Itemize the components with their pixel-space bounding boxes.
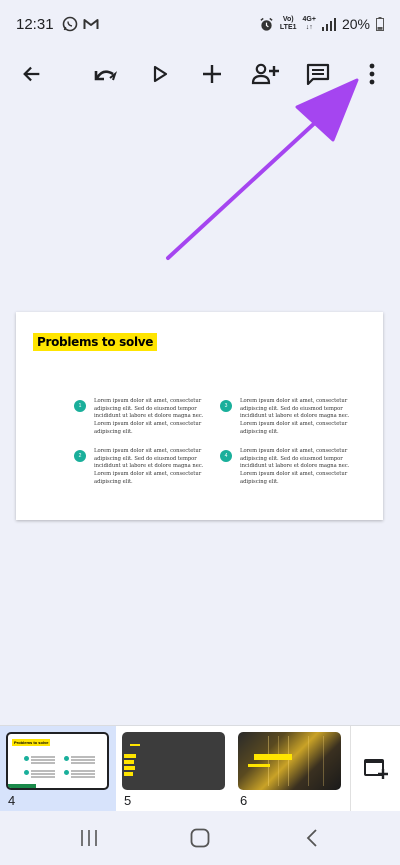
slide-canvas[interactable]: Problems to solve 1 Lorem ipsum dolor si… (16, 312, 383, 520)
present-button[interactable] (144, 58, 176, 90)
thumbnail-preview (238, 732, 341, 790)
volte-label: Vo) (282, 16, 294, 23)
volte-indicator: Vo) LTE1 (280, 16, 297, 32)
network-gen: 4G+ ↓↑ (302, 16, 316, 31)
slide-thumbnail-6[interactable]: 6 (232, 726, 348, 812)
slide-title[interactable]: Problems to solve (33, 333, 158, 351)
slide-point-3[interactable]: 3 Lorem ipsum dolor sit amet, consectetu… (220, 398, 368, 437)
whatsapp-icon (62, 16, 77, 32)
slide-thumbnail-4[interactable]: Problems to solve 4 (0, 726, 116, 812)
more-vert-icon (369, 63, 375, 85)
slide-point-1[interactable]: 1 Lorem ipsum dolor sit amet, consectetu… (74, 398, 222, 437)
alarm-icon (260, 17, 273, 31)
comment-icon (306, 63, 330, 85)
point-number-badge: 4 (220, 450, 232, 462)
add-slide-button[interactable] (350, 726, 400, 812)
system-navigation-bar (0, 811, 400, 865)
add-person-icon (251, 63, 279, 85)
battery-icon (376, 17, 384, 31)
back-arrow-icon (23, 66, 40, 82)
comments-button[interactable] (302, 58, 334, 90)
share-button[interactable] (249, 58, 281, 90)
network-gen-label: 4G+ (302, 16, 316, 23)
notification-icons (62, 16, 99, 32)
status-right: Vo) LTE1 4G+ ↓↑ 20% (259, 16, 384, 32)
add-icon (203, 65, 221, 83)
point-number-badge: 3 (220, 400, 232, 412)
signal-icon (321, 17, 336, 31)
undo-button[interactable] (90, 58, 122, 90)
point-number-badge: 1 (74, 400, 86, 412)
recent-apps-icon[interactable] (80, 829, 98, 847)
editor-toolbar (0, 48, 400, 100)
home-icon[interactable] (190, 828, 210, 848)
back-button[interactable] (16, 58, 48, 90)
battery-percent: 20% (341, 16, 370, 32)
more-options-button[interactable] (356, 58, 388, 90)
thumbnail-number: 6 (240, 793, 248, 808)
slide-point-2[interactable]: 2 Lorem ipsum dolor sit amet, consectetu… (74, 448, 222, 487)
point-number-badge: 2 (74, 450, 86, 462)
point-text: Lorem ipsum dolor sit amet, consectetur … (240, 398, 350, 435)
add-button[interactable] (196, 58, 228, 90)
thumbnail-preview: Problems to solve (6, 732, 109, 790)
lte-label: LTE1 (279, 24, 297, 31)
add-slide-icon (363, 759, 388, 779)
slide-point-4[interactable]: 4 Lorem ipsum dolor sit amet, consectetu… (220, 448, 368, 487)
gmail-icon (83, 19, 99, 29)
slide-thumbnail-5[interactable]: 5 (116, 726, 232, 812)
point-text: Lorem ipsum dolor sit amet, consectetur … (240, 448, 350, 485)
play-icon (153, 65, 168, 83)
point-text: Lorem ipsum dolor sit amet, consectetur … (94, 448, 204, 485)
thumbnail-number: 5 (124, 793, 132, 808)
point-text: Lorem ipsum dolor sit amet, consectetur … (94, 398, 204, 435)
back-nav-icon[interactable] (305, 828, 319, 848)
undo-icon (94, 70, 118, 81)
thumbnail-number: 4 (8, 793, 16, 808)
thumbnail-preview (122, 732, 225, 790)
status-time: 12:31 (16, 15, 54, 33)
slide-filmstrip: Problems to solve 4 5 6 (0, 725, 400, 812)
thumb-title: Problems to solve (12, 739, 51, 746)
status-bar: 12:31 Vo) LTE1 4G+ ↓↑ 20% (0, 0, 400, 48)
